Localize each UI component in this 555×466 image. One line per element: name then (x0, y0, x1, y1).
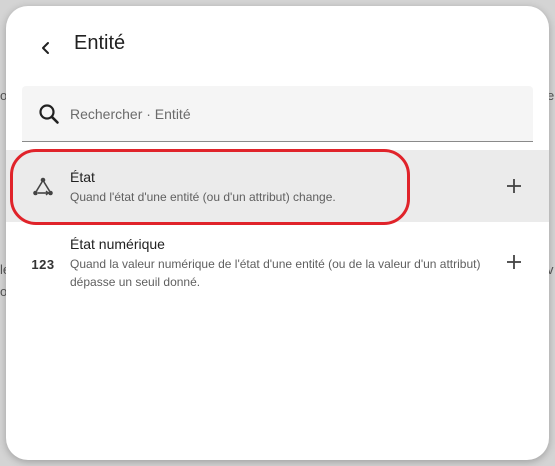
item-description: Quand la valeur numérique de l'état d'un… (70, 257, 481, 289)
search-icon (39, 104, 59, 124)
entity-trigger-dialog: Entité État Quand l'état d'une entité (o… (6, 6, 549, 460)
item-title: État numérique (70, 236, 165, 252)
search-field[interactable] (22, 86, 533, 142)
dialog-header: Entité (6, 6, 549, 84)
numeric-icon: 123 (31, 256, 55, 272)
dialog-title: Entité (74, 32, 126, 54)
back-button[interactable] (32, 34, 60, 62)
state-graph-icon (30, 174, 56, 200)
add-state-button[interactable] (500, 172, 528, 200)
item-description: Quand l'état d'une entité (ou d'un attri… (70, 190, 336, 204)
chevron-left-icon (42, 42, 49, 54)
add-numeric-state-button[interactable] (500, 248, 528, 276)
plus-icon (507, 179, 521, 193)
search-input[interactable] (70, 86, 510, 142)
list-item-numeric-state[interactable]: 123 État numérique Quand la valeur numér… (6, 224, 549, 296)
plus-icon (507, 255, 521, 269)
list-item-state[interactable]: État Quand l'état d'une entité (ou d'un … (6, 150, 549, 222)
item-title: État (70, 169, 95, 185)
